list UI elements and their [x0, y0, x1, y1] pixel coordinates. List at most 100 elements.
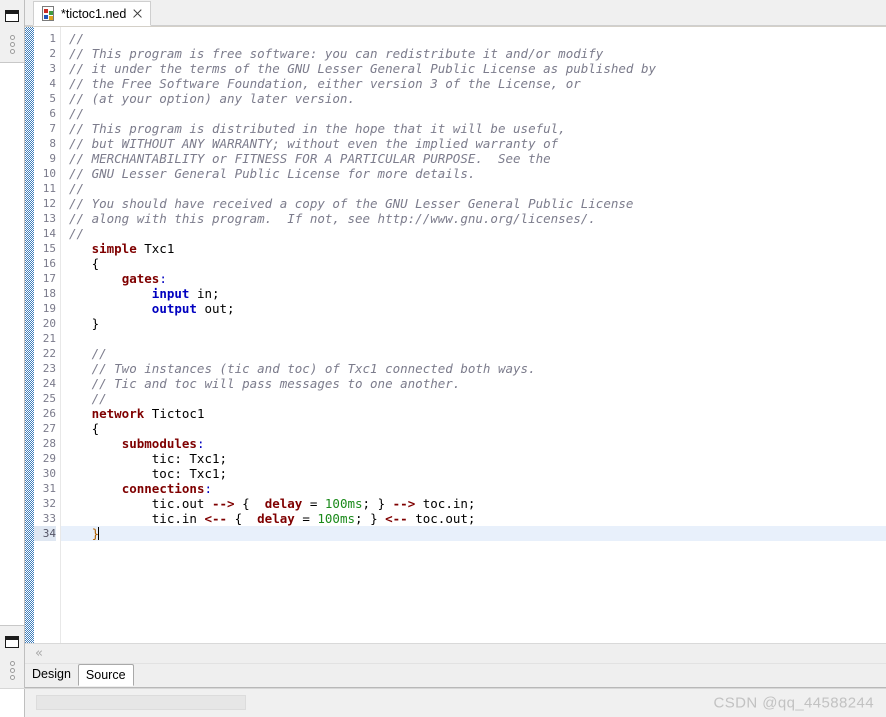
- code-line[interactable]: toc: Txc1;: [61, 466, 886, 481]
- code-token: out;: [196, 301, 235, 316]
- code-token: // (at your option) any later version.: [69, 91, 355, 106]
- code-line[interactable]: // MERCHANTABILITY or FITNESS FOR A PART…: [61, 151, 886, 166]
- code-token: //: [69, 106, 85, 121]
- line-number: 34: [34, 526, 56, 541]
- minimized-view-stack-top[interactable]: [0, 0, 24, 63]
- view-stack-handle-icon[interactable]: [7, 657, 17, 683]
- line-number: 5: [49, 92, 56, 105]
- code-line[interactable]: connections:: [61, 481, 886, 496]
- code-line[interactable]: input in;: [61, 286, 886, 301]
- code-line[interactable]: //: [61, 346, 886, 361]
- code-token: tic: Txc1;: [69, 451, 228, 466]
- trim-spacer: [0, 63, 24, 625]
- restore-view-icon[interactable]: [5, 10, 19, 22]
- line-number: 20: [42, 317, 56, 330]
- code-token: tic.in: [69, 511, 205, 526]
- code-line[interactable]: tic: Txc1;: [61, 451, 886, 466]
- line-number: 29: [42, 452, 56, 465]
- code-line[interactable]: gates:: [61, 271, 886, 286]
- code-line[interactable]: tic.in <-- { delay = 100ms; } <-- toc.ou…: [61, 511, 886, 526]
- code-token: //: [69, 31, 85, 46]
- code-token: delay: [257, 511, 295, 526]
- code-line[interactable]: }: [61, 316, 886, 331]
- code-token: // the Free Software Foundation, either …: [69, 76, 581, 91]
- code-token: delay: [264, 496, 303, 511]
- restore-view-icon[interactable]: [5, 636, 19, 648]
- line-number: 27: [42, 422, 56, 435]
- eclipse-workbench-window: *tictoc1.ned 1 2 3 4 5 6 7 8 9 10 11 12 13 14 15 16 17 18…: [0, 0, 886, 717]
- code-token: {: [91, 421, 100, 436]
- code-token: Tictoc1: [144, 406, 205, 421]
- minimized-view-stack-bottom[interactable]: [0, 625, 24, 688]
- line-number: 10: [42, 167, 56, 180]
- line-number: 4: [49, 77, 56, 90]
- code-line[interactable]: // Two instances (tic and toc) of Txc1 c…: [61, 361, 886, 376]
- view-stack-handle-icon[interactable]: [7, 31, 17, 57]
- code-line[interactable]: {: [61, 421, 886, 436]
- horizontal-scrollbar[interactable]: «: [25, 643, 886, 663]
- line-number: 22: [42, 347, 56, 360]
- code-line[interactable]: //: [61, 31, 886, 46]
- code-line[interactable]: //: [61, 181, 886, 196]
- status-bar-left-region: [0, 689, 25, 717]
- line-number: 28: [42, 437, 56, 450]
- line-number: 19: [42, 302, 56, 315]
- line-number: 15: [42, 242, 56, 255]
- code-line[interactable]: }: [61, 526, 886, 541]
- page-tab-design[interactable]: Design: [25, 664, 78, 686]
- code-line[interactable]: simple Txc1: [61, 241, 886, 256]
- code-line[interactable]: // This program is distributed in the ho…: [61, 121, 886, 136]
- line-number: 7: [49, 122, 56, 135]
- code-line[interactable]: // (at your option) any later version.: [61, 91, 886, 106]
- code-token: {: [234, 496, 265, 511]
- code-token: toc: Txc1;: [69, 466, 228, 481]
- line-number: 31: [42, 482, 56, 495]
- code-token: // This program is free software: you ca…: [69, 46, 604, 61]
- code-token: // along with this program. If not, see …: [69, 211, 596, 226]
- code-token: 100ms: [324, 496, 363, 511]
- code-line[interactable]: // GNU Lesser General Public License for…: [61, 166, 886, 181]
- code-token: }: [91, 316, 100, 331]
- code-token: simple: [91, 241, 137, 256]
- code-line[interactable]: // it under the terms of the GNU Lesser …: [61, 61, 886, 76]
- code-token: output: [151, 301, 197, 316]
- editor-page-tabs: Design Source: [25, 663, 886, 688]
- editor-tab-tictoc1-ned[interactable]: *tictoc1.ned: [33, 1, 152, 26]
- code-line[interactable]: //: [61, 391, 886, 406]
- code-line[interactable]: output out;: [61, 301, 886, 316]
- chevron-left-icon[interactable]: «: [35, 647, 43, 660]
- code-token: //: [91, 346, 107, 361]
- code-token: ; }: [362, 496, 393, 511]
- code-line[interactable]: //: [61, 226, 886, 241]
- source-editor[interactable]: 1 2 3 4 5 6 7 8 9 10 11 12 13 14 15 16 17 18 19 20 21 22 23 24 2…: [25, 27, 886, 643]
- code-line[interactable]: // along with this program. If not, see …: [61, 211, 886, 226]
- code-line[interactable]: // but WITHOUT ANY WARRANTY; without eve…: [61, 136, 886, 151]
- code-line[interactable]: // This program is free software: you ca…: [61, 46, 886, 61]
- code-text-area[interactable]: //// This program is free software: you …: [61, 27, 886, 643]
- code-line[interactable]: // Tic and toc will pass messages to one…: [61, 376, 886, 391]
- code-line[interactable]: submodules:: [61, 436, 886, 451]
- status-bar-segment: [36, 695, 246, 710]
- close-icon[interactable]: [131, 7, 144, 20]
- code-line[interactable]: tic.out --> { delay = 100ms; } --> toc.i…: [61, 496, 886, 511]
- code-line[interactable]: [61, 331, 886, 346]
- code-line[interactable]: // the Free Software Foundation, either …: [61, 76, 886, 91]
- code-line[interactable]: //: [61, 106, 886, 121]
- code-line[interactable]: network Tictoc1: [61, 406, 886, 421]
- code-line[interactable]: // You should have received a copy of th…: [61, 196, 886, 211]
- line-number: 26: [42, 407, 56, 420]
- code-line[interactable]: {: [61, 256, 886, 271]
- code-token: Txc1: [136, 241, 175, 256]
- line-number: 32: [42, 497, 56, 510]
- line-number: 30: [42, 467, 56, 480]
- left-trim-bar: [0, 0, 25, 688]
- code-token: // This program is distributed in the ho…: [69, 121, 566, 136]
- line-number: 33: [42, 512, 56, 525]
- page-tab-source[interactable]: Source: [77, 664, 134, 686]
